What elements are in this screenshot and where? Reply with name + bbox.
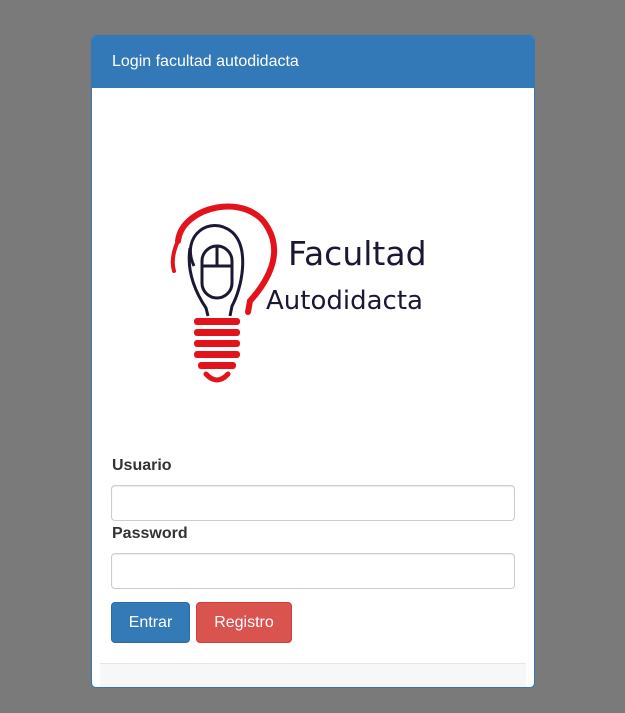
panel-footer — [100, 663, 526, 687]
username-label: Usuario — [112, 457, 172, 474]
logo-text-autodidacta: Autodidacta — [266, 286, 423, 316]
logo-text-facultad: Facultad — [288, 234, 427, 273]
panel-title: Login facultad autodidacta — [92, 36, 534, 88]
login-button[interactable]: Entrar — [111, 602, 190, 643]
login-panel: Login facultad autodidacta Facultad Auto… — [91, 35, 535, 688]
password-input[interactable] — [111, 553, 515, 589]
facultad-autodidacta-logo: Facultad Autodidacta — [158, 196, 448, 386]
username-input[interactable] — [111, 485, 515, 521]
password-label: Password — [112, 525, 188, 542]
register-button[interactable]: Registro — [196, 602, 292, 643]
